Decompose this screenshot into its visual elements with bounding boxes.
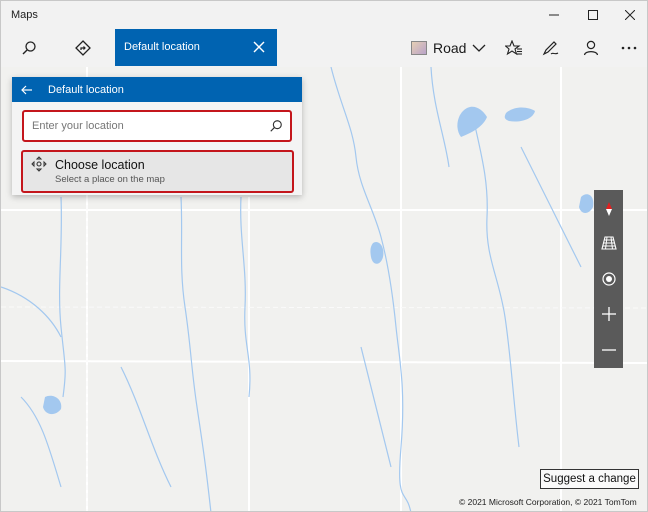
map-copyright: © 2021 Microsoft Corporation, © 2021 Tom… [459, 497, 637, 507]
panel-header: Default location [12, 77, 302, 102]
favorites-button[interactable] [497, 31, 531, 65]
map-road [1, 360, 647, 364]
account-icon [583, 40, 599, 56]
close-icon [625, 10, 635, 20]
maximize-button[interactable] [573, 1, 613, 29]
panel-title: Default location [48, 84, 124, 96]
map-stream [430, 67, 450, 168]
map-style-label: Road [433, 40, 467, 56]
map-stream [470, 106, 520, 448]
map-stream [330, 67, 412, 511]
compass-button[interactable] [594, 192, 623, 226]
default-location-panel: Default location Choose location Select … [12, 77, 302, 195]
account-button[interactable] [574, 31, 608, 65]
map-lake [457, 106, 487, 137]
back-button[interactable] [18, 81, 36, 99]
close-icon [253, 41, 265, 53]
map-lake [504, 107, 535, 122]
tilt-button[interactable] [594, 226, 623, 260]
chevron-down-icon [473, 44, 486, 52]
ink-icon [542, 41, 559, 56]
top-toolbar: Default location Road [1, 29, 647, 67]
map-stream [180, 196, 212, 511]
search-tab[interactable]: Default location [115, 29, 277, 66]
search-icon [270, 120, 282, 132]
choose-location-title: Choose location [55, 158, 145, 172]
search-button[interactable] [12, 31, 46, 65]
search-icon [22, 41, 36, 55]
map-stream [1, 286, 62, 338]
back-arrow-icon [21, 85, 32, 95]
minimize-button[interactable] [534, 1, 574, 29]
map-lake [43, 395, 62, 415]
map-controls [594, 190, 623, 368]
location-search-button[interactable] [266, 116, 286, 136]
choose-location-subtitle: Select a place on the map [55, 174, 165, 185]
compass-icon [605, 202, 612, 216]
my-location-button[interactable] [594, 262, 623, 296]
location-search-box[interactable] [22, 110, 292, 142]
map-stream [58, 196, 66, 398]
zoom-in-icon [601, 307, 616, 321]
zoom-out-icon [601, 349, 616, 351]
more-options-button[interactable] [612, 31, 646, 65]
my-location-icon [601, 272, 616, 286]
title-bar: Maps [1, 1, 647, 29]
location-search-input[interactable] [32, 117, 260, 135]
crosshair-icon [31, 156, 47, 172]
suggest-a-change-button[interactable]: Suggest a change [540, 469, 639, 489]
map-lake [370, 241, 384, 264]
map-style-thumbnail [411, 41, 427, 55]
close-window-button[interactable] [610, 1, 647, 29]
close-search-tab-button[interactable] [245, 33, 273, 61]
search-tab-label: Default location [124, 41, 200, 53]
map-style-button[interactable]: Road [411, 35, 486, 61]
tilt-icon [600, 236, 617, 250]
more-icon [621, 46, 637, 50]
map-track [1, 306, 647, 309]
minimize-icon [549, 14, 559, 16]
maximize-icon [588, 10, 598, 20]
directions-button[interactable] [66, 31, 100, 65]
zoom-out-button[interactable] [594, 333, 623, 367]
favorites-icon [505, 40, 522, 56]
directions-icon [75, 40, 91, 56]
maps-window: Maps Default location Road Default locat… [0, 0, 648, 512]
map-stream [360, 346, 392, 468]
zoom-in-button[interactable] [594, 297, 623, 331]
choose-location-option[interactable]: Choose location Select a place on the ma… [21, 150, 294, 193]
app-title: Maps [11, 9, 38, 21]
map-stream [520, 146, 582, 268]
ink-button[interactable] [534, 31, 568, 65]
map-stream [120, 366, 172, 488]
